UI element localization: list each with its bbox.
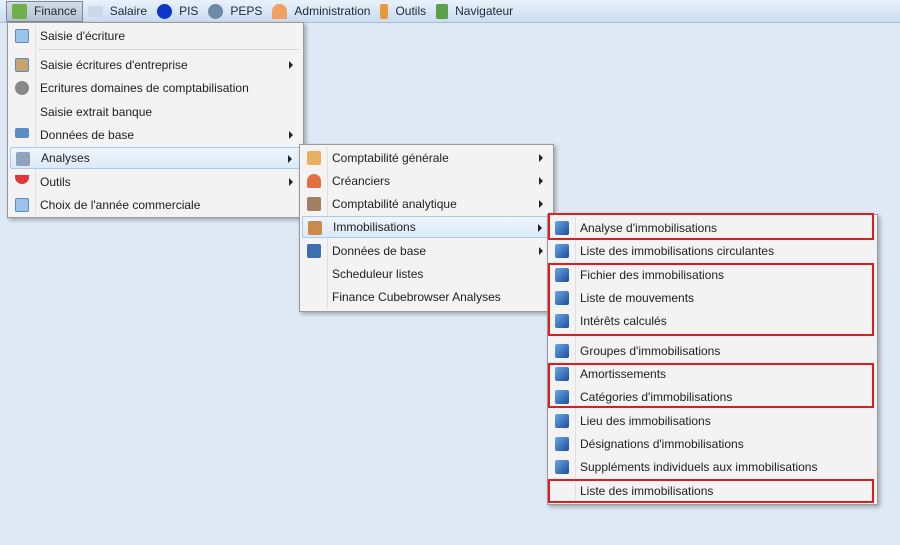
menu-item-comptabilite-generale[interactable]: Comptabilité générale — [302, 147, 551, 169]
gem-icon — [15, 175, 29, 184]
ledger-icon — [307, 151, 321, 165]
highlight-box — [548, 213, 874, 240]
calendar-icon — [15, 198, 29, 212]
chevron-right-icon — [289, 61, 293, 69]
report-icon — [555, 437, 569, 451]
menu-item-scheduleur-listes[interactable]: Scheduleur listes — [302, 263, 551, 285]
printer-icon — [16, 152, 30, 166]
menubar: Finance Salaire PIS PEPS Administration … — [0, 0, 900, 23]
chevron-right-icon — [539, 200, 543, 208]
menu-item-saisie-ecriture[interactable]: Saisie d'écriture — [10, 25, 301, 47]
menu-item-lieu-immobilisations[interactable]: Lieu des immobilisations — [550, 410, 875, 432]
highlight-box — [548, 263, 874, 336]
satellite-icon — [272, 3, 288, 19]
highlight-box — [548, 363, 874, 408]
chevron-right-icon — [538, 224, 542, 232]
book-icon — [307, 244, 321, 258]
menu-item-analyses[interactable]: Analyses — [10, 147, 301, 169]
windows-icon — [15, 128, 29, 138]
report-icon — [555, 460, 569, 474]
menu-item-cubebrowser[interactable]: Finance Cubebrowser Analyses — [302, 286, 551, 308]
menu-finance[interactable]: Finance — [6, 0, 83, 22]
menu-item-comptabilite-analytique[interactable]: Comptabilité analytique — [302, 193, 551, 215]
menu-item-ecritures-domaines[interactable]: Ecritures domaines de comptabilisation — [10, 77, 301, 99]
disc-icon — [15, 81, 29, 95]
chevron-right-icon — [288, 155, 292, 163]
menu-item-saisie-ecritures-entreprise[interactable]: Saisie écritures d'entreprise — [10, 54, 301, 76]
person-icon — [307, 174, 321, 188]
chevron-right-icon — [539, 247, 543, 255]
menu-item-choix-annee[interactable]: Choix de l'année commerciale — [10, 194, 301, 216]
report-icon — [555, 244, 569, 258]
menu-item-supplements-individuels[interactable]: Suppléments individuels aux immobilisati… — [550, 456, 875, 478]
immobilisations-menu: Analyse d'immobilisations Liste des immo… — [547, 214, 878, 505]
money-icon — [12, 3, 27, 19]
info-grey-icon — [208, 3, 224, 19]
menu-item-immobilisations[interactable]: Immobilisations — [302, 216, 551, 238]
menu-outils[interactable]: Outils — [375, 1, 431, 22]
house-icon — [15, 58, 29, 72]
menu-item-designations-immobilisations[interactable]: Désignations d'immobilisations — [550, 433, 875, 455]
menu-item-immobilisations-circulantes[interactable]: Liste des immobilisations circulantes — [550, 240, 875, 262]
truck-icon — [307, 197, 321, 211]
wrench-icon — [380, 3, 389, 19]
sync-arrows-icon — [436, 3, 449, 19]
report-icon — [555, 344, 569, 358]
chevron-right-icon — [289, 131, 293, 139]
report-icon — [555, 414, 569, 428]
chevron-right-icon — [289, 178, 293, 186]
menu-item-donnees-de-base[interactable]: Données de base — [302, 240, 551, 262]
menu-peps[interactable]: PEPS — [203, 1, 267, 22]
calendar-icon — [15, 29, 29, 43]
chevron-right-icon — [539, 154, 543, 162]
menu-administration[interactable]: Administration — [267, 1, 375, 22]
separator — [38, 49, 299, 50]
highlight-box — [548, 479, 874, 503]
menu-salaire[interactable]: Salaire — [83, 1, 152, 22]
id-card-icon — [87, 5, 103, 17]
menu-item-saisie-extrait-banque[interactable]: Saisie extrait banque — [10, 101, 301, 123]
menu-navigateur[interactable]: Navigateur — [431, 1, 518, 22]
chevron-right-icon — [539, 177, 543, 185]
house-icon — [308, 221, 322, 235]
analyses-menu: Comptabilité générale Créanciers Comptab… — [299, 144, 554, 312]
menu-item-creanciers[interactable]: Créanciers — [302, 170, 551, 192]
menu-pis[interactable]: PIS — [152, 1, 203, 22]
info-icon — [157, 3, 173, 19]
menu-item-outils[interactable]: Outils — [10, 171, 301, 193]
menu-item-groupes-immobilisations[interactable]: Groupes d'immobilisations — [550, 340, 875, 362]
finance-menu: Saisie d'écriture Saisie écritures d'ent… — [7, 22, 304, 218]
menu-item-donnees-de-base[interactable]: Données de base — [10, 124, 301, 146]
